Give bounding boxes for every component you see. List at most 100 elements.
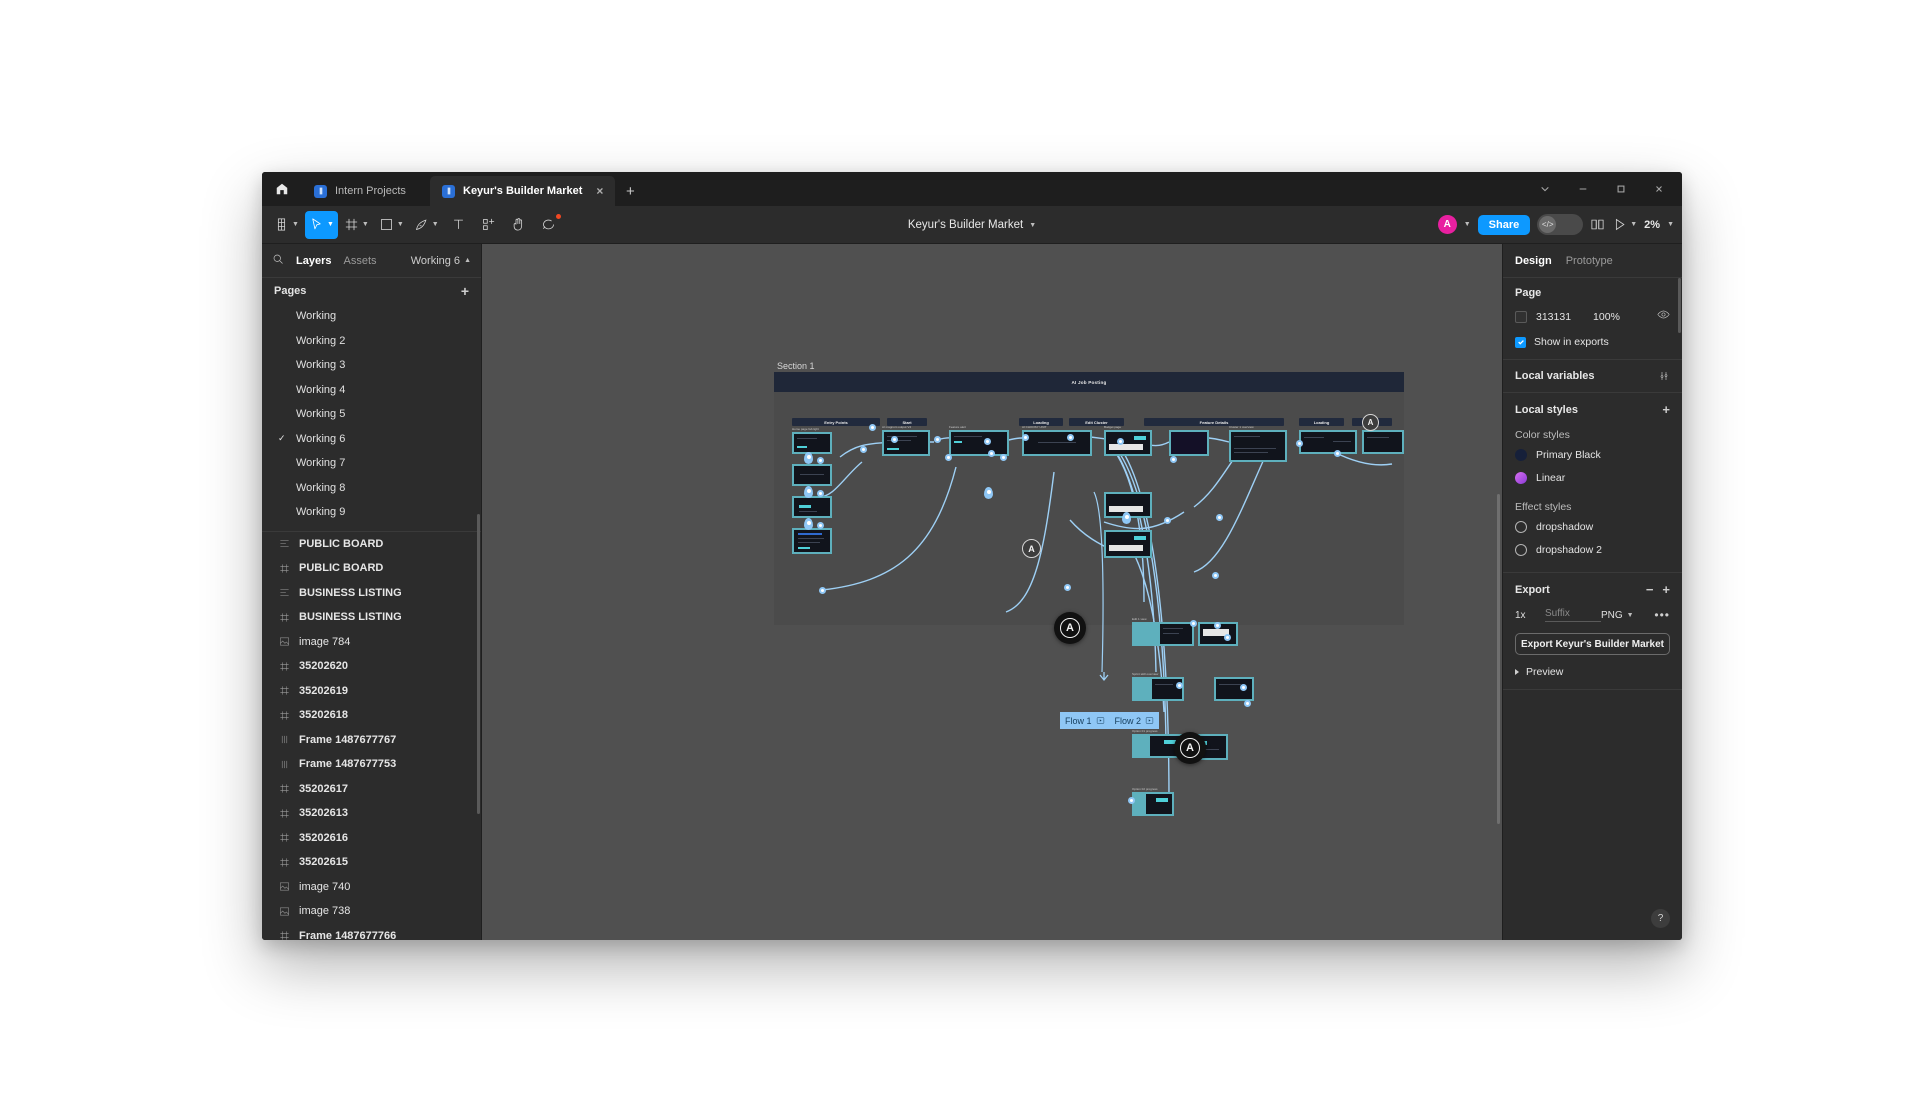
connection-dot[interactable] <box>1212 572 1219 579</box>
chevron-down-icon[interactable]: ▼ <box>1464 221 1471 228</box>
connection-dot[interactable] <box>1190 620 1197 627</box>
connection-dot[interactable] <box>1214 622 1221 629</box>
layer-row[interactable]: 35202619 <box>262 679 481 704</box>
close-icon[interactable] <box>1640 172 1678 206</box>
connection-dot[interactable] <box>1244 700 1251 707</box>
chevron-down-icon[interactable] <box>1526 172 1564 206</box>
dev-mode-toggle[interactable]: </> <box>1537 214 1584 235</box>
page-item-working-7[interactable]: Working 7 <box>262 451 481 476</box>
page-background-row[interactable]: 313131 100% <box>1515 308 1670 326</box>
export-preview-toggle[interactable]: Preview <box>1515 666 1670 678</box>
layer-row[interactable]: image 784 <box>262 630 481 655</box>
page-item-working-4[interactable]: Working 4 <box>262 378 481 403</box>
connection-dot[interactable] <box>1117 438 1124 445</box>
left-panel-scrollbar[interactable] <box>477 514 480 814</box>
add-page-button[interactable]: + <box>461 284 469 298</box>
layer-row[interactable]: 35202613 <box>262 801 481 826</box>
document-title[interactable]: Keyur's Builder Market <box>908 219 1023 231</box>
present-button[interactable]: ▼ <box>1612 217 1637 232</box>
flow-badge-1[interactable]: Flow 1 <box>1060 712 1110 729</box>
connection-dot[interactable] <box>945 454 952 461</box>
connection-dot[interactable] <box>819 587 826 594</box>
new-tab-button[interactable]: + <box>615 176 645 206</box>
zoom-level[interactable]: 2% <box>1644 219 1660 231</box>
tab-prototype[interactable]: Prototype <box>1566 255 1613 267</box>
canvas-frame[interactable] <box>1214 677 1254 701</box>
connection-dot[interactable] <box>891 436 898 443</box>
layer-row[interactable]: PUBLIC BOARD <box>262 532 481 557</box>
connection-dot[interactable] <box>869 424 876 431</box>
library-button[interactable] <box>1590 217 1605 232</box>
comment-tool-button[interactable] <box>535 211 563 239</box>
canvas-frame[interactable] <box>1169 430 1209 456</box>
home-icon[interactable] <box>262 172 302 206</box>
chevron-down-icon[interactable]: ▼ <box>1667 221 1674 228</box>
connection-dot[interactable] <box>1296 440 1303 447</box>
layer-row[interactable]: 35202618 <box>262 703 481 728</box>
canvas-frame[interactable] <box>1299 430 1357 454</box>
page-item-working-5[interactable]: Working 5 <box>262 402 481 427</box>
connection-dot[interactable] <box>1064 584 1071 591</box>
canvas-frame[interactable]: Home page fab light <box>792 427 832 454</box>
frame-tool-button[interactable]: ▼ <box>340 211 373 239</box>
canvas-frame[interactable] <box>1362 430 1404 454</box>
tab-intern-projects[interactable]: Intern Projects <box>302 176 430 206</box>
flow-pin[interactable] <box>804 518 813 530</box>
connection-dot[interactable] <box>1022 434 1029 441</box>
connection-dot[interactable] <box>860 446 867 453</box>
export-more-button[interactable]: ••• <box>1654 609 1670 621</box>
connection-dot[interactable] <box>1216 514 1223 521</box>
connection-dot[interactable] <box>817 490 824 497</box>
maximize-icon[interactable] <box>1602 172 1640 206</box>
connection-dot[interactable] <box>1000 454 1007 461</box>
color-style-linear[interactable]: Linear <box>1515 466 1670 489</box>
flow-pin[interactable] <box>804 486 813 498</box>
layer-row[interactable]: Frame 1487677753 <box>262 752 481 777</box>
connection-dot[interactable] <box>1240 684 1247 691</box>
effect-style-dropshadow[interactable]: dropshadow <box>1515 515 1670 538</box>
canvas-frame[interactable] <box>792 464 832 486</box>
resources-tool-button[interactable] <box>475 211 503 239</box>
remove-export-button[interactable]: − <box>1646 582 1654 597</box>
page-selector[interactable]: Working 6 ▲ <box>411 255 471 267</box>
canvas-frame[interactable]: AI magnum output V4 <box>882 425 930 456</box>
export-scale-input[interactable]: 1x <box>1515 610 1545 621</box>
layer-row[interactable]: 35202620 <box>262 654 481 679</box>
help-button[interactable]: ? <box>1651 909 1670 928</box>
layer-row[interactable]: Frame 1487677766 <box>262 924 481 940</box>
canvas-frame[interactable]: Cluster 1 overview <box>1229 425 1287 462</box>
color-opacity-value[interactable]: 100% <box>1593 311 1620 323</box>
connection-dot[interactable] <box>1067 434 1074 441</box>
local-variables-section[interactable]: Local variables <box>1503 360 1682 393</box>
canvas-scrollbar[interactable] <box>1497 494 1500 824</box>
layer-row[interactable]: BUSINESS LISTING <box>262 581 481 606</box>
chevron-down-icon[interactable]: ▼ <box>1029 222 1036 229</box>
flow-pin[interactable] <box>1122 512 1131 524</box>
export-button[interactable]: Export Keyur's Builder Market <box>1515 633 1670 655</box>
page-item-working-6[interactable]: ✓ Working 6 <box>262 427 481 452</box>
canvas-frame[interactable]: Sprint skill overview <box>1132 672 1184 701</box>
export-suffix-input[interactable]: Suffix <box>1545 608 1601 622</box>
move-tool-button[interactable]: ▼ <box>304 210 338 239</box>
design-canvas[interactable]: Section 1 AI Job Posting Entry Points St… <box>482 244 1502 940</box>
tab-layers[interactable]: Layers <box>296 255 331 267</box>
canvas-frame[interactable]: AI CHOOSY UNIT <box>1022 425 1092 456</box>
connection-dot[interactable] <box>817 457 824 464</box>
add-style-button[interactable]: + <box>1662 402 1670 417</box>
layer-row[interactable]: 35202616 <box>262 826 481 851</box>
section-label[interactable]: Section 1 <box>777 361 815 371</box>
connection-dot[interactable] <box>1334 450 1341 457</box>
text-tool-button[interactable] <box>445 211 473 239</box>
effect-style-dropshadow-2[interactable]: dropshadow 2 <box>1515 538 1670 561</box>
connection-dot[interactable] <box>1128 797 1135 804</box>
main-menu-button[interactable]: ▼ <box>270 211 303 239</box>
canvas-frame[interactable] <box>792 496 832 518</box>
color-hex-value[interactable]: 313131 <box>1536 311 1571 323</box>
eye-icon[interactable] <box>1657 308 1670 326</box>
canvas-frame[interactable]: Budget page <box>1104 425 1152 456</box>
layer-row[interactable]: BUSINESS LISTING <box>262 605 481 630</box>
variables-icon[interactable] <box>1658 370 1670 382</box>
layer-row[interactable]: image 740 <box>262 875 481 900</box>
flow-pin[interactable] <box>804 452 813 464</box>
close-icon[interactable]: × <box>596 185 603 197</box>
